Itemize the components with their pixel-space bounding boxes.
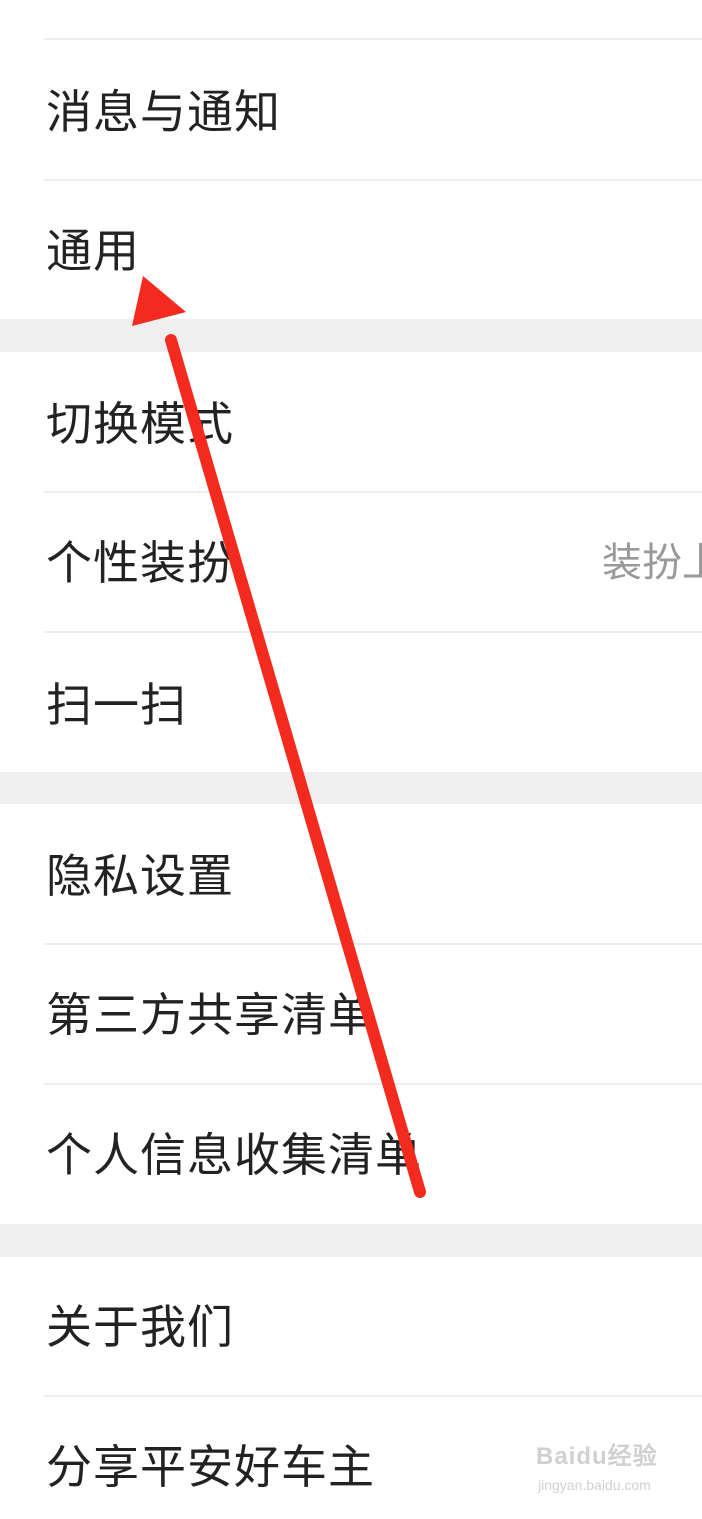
settings-item-label: 消息与通知 [46,85,281,139]
settings-item-label: 个性装扮 [46,536,234,590]
settings-item-general[interactable]: 通用 [0,181,702,319]
settings-item-label: 个人信息收集清单 [46,1128,422,1182]
settings-item-notifications[interactable]: 消息与通知 [0,40,702,179]
settings-item-label: 关于我们 [46,1300,234,1354]
settings-item-scan[interactable]: 扫一扫 [0,633,702,772]
settings-item-privacy[interactable]: 隐私设置 [0,804,702,943]
settings-item-label: 扫一扫 [46,678,187,732]
baidu-jingyan-watermark: Baidu经验 jingyan.baidu.com [536,1442,686,1504]
settings-item-label: 第三方共享清单 [46,988,375,1042]
watermark-url: jingyan.baidu.com [538,1477,651,1493]
settings-item-label: 切换模式 [46,397,234,451]
settings-item-label: 分享平安好车主 [46,1440,375,1494]
section-gap [0,1224,702,1257]
settings-item-third-party-list[interactable]: 第三方共享清单 [0,945,702,1083]
settings-item-personal-info-list[interactable]: 个人信息收集清单 [0,1085,702,1224]
settings-item-about-us[interactable]: 关于我们 [0,1257,702,1395]
section-gap [0,772,702,804]
watermark-brand: Baidu经验 [536,1443,658,1470]
settings-item-value: 装扮上 [602,540,702,586]
settings-item-switch-mode[interactable]: 切换模式 [0,352,702,491]
settings-item-theme[interactable]: 个性装扮 装扮上 [0,493,702,631]
section-gap [0,319,702,352]
settings-item-label: 隐私设置 [46,849,234,903]
settings-item-label: 通用 [46,224,140,278]
